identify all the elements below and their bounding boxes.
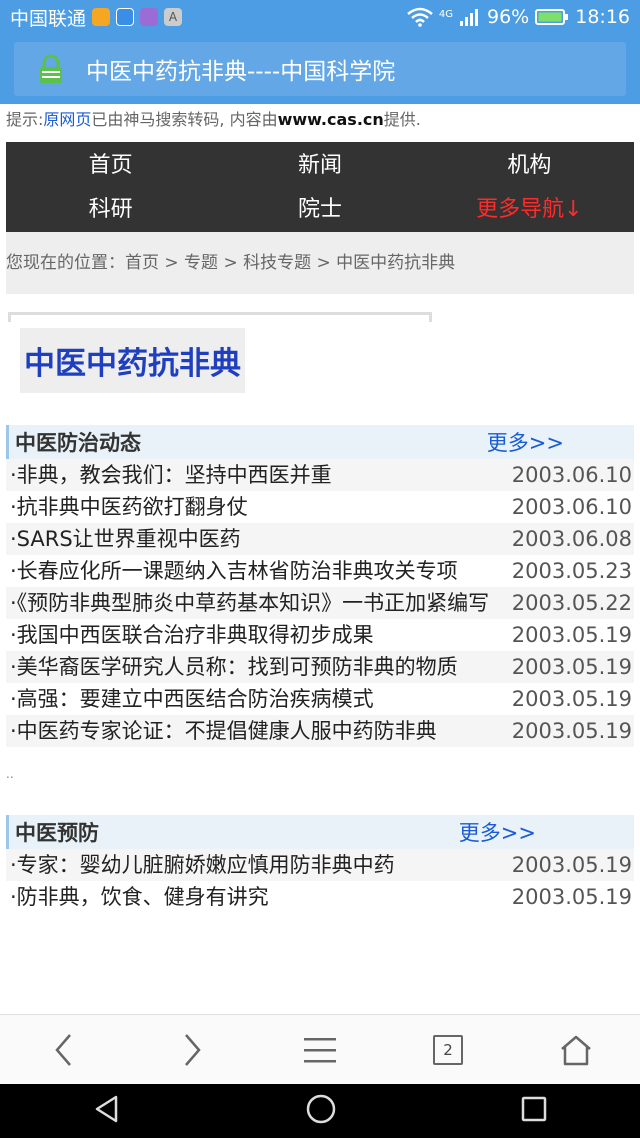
tabs-button[interactable]: 2 — [418, 1020, 478, 1080]
chevron-right-icon — [185, 1033, 201, 1066]
list-item[interactable]: ·高强：要建立中西医结合防治疾病模式 2003.05.19 — [6, 683, 634, 715]
nav-item-institutions[interactable]: 机构 — [425, 144, 634, 188]
list-item[interactable]: ·非典，教会我们：坚持中西医并重 2003.06.10 — [6, 459, 634, 491]
section-tcm-dynamics: 中医防治动态 更多>> ·非典，教会我们：坚持中西医并重 2003.06.10 ·… — [6, 425, 634, 747]
page-url-title: 中医中药抗非典----中国科学院 — [86, 59, 396, 85]
list-item[interactable]: ·《预防非典型肺炎中草药基本知识》一书正加紧编写 2003.05.22 — [6, 587, 634, 619]
carrier-label: 中国联通 — [10, 7, 87, 30]
section-header: 中医防治动态 更多>> — [6, 425, 634, 459]
item-date: 2003.05.23 — [511, 559, 632, 583]
news-list: ·非典，教会我们：坚持中西医并重 2003.06.10 ·抗非典中医药欲打翻身仗 2… — [6, 459, 634, 747]
nav-item-academicians[interactable]: 院士 — [215, 188, 424, 232]
battery-icon — [535, 9, 569, 25]
separator: .. — [6, 767, 14, 781]
item-title: ·《预防非典型肺炎中草药基本知识》一书正加紧编写 — [10, 591, 490, 615]
section-title: 中医防治动态 — [15, 431, 141, 455]
item-title: ·中医药专家论证：不提倡健康人服中药防非典 — [10, 719, 437, 743]
nav-item-more[interactable]: 更多导航↓ — [425, 188, 634, 232]
menu-button[interactable] — [290, 1020, 350, 1080]
message-app-icon — [116, 8, 135, 26]
item-title: ·长春应化所一课题纳入吉林省防治非典攻关专项 — [10, 559, 458, 583]
tab-count-icon: 2 — [433, 1034, 463, 1065]
nav-item-research[interactable]: 科研 — [6, 188, 215, 232]
item-title: ·高强：要建立中西医结合防治疾病模式 — [10, 687, 374, 711]
item-date: 2003.05.19 — [511, 885, 632, 909]
item-date: 2003.05.19 — [511, 687, 632, 711]
item-date: 2003.05.19 — [511, 623, 632, 647]
system-home-button[interactable] — [305, 1093, 337, 1129]
item-title: ·美华裔医学研究人员称：找到可预防非典的物质 — [10, 655, 458, 679]
item-title: ·防非典，饮食、健身有讲究 — [10, 885, 269, 909]
nav-item-news[interactable]: 新闻 — [215, 144, 424, 188]
site-nav: 首页 新闻 机构 科研 院士 更多导航↓ — [6, 142, 634, 232]
status-bar: 中国联通 A 4G 96% 18:16 — [0, 0, 640, 34]
section-tcm-prevention: 中医预防 更多>> ·专家：婴幼儿脏腑娇嫩应慎用防非典中药 2003.05.19 … — [6, 815, 634, 913]
forward-button[interactable] — [162, 1020, 222, 1080]
item-title: ·非典，教会我们：坚持中西医并重 — [10, 463, 332, 487]
menu-icon — [304, 1037, 336, 1062]
circle-home-icon — [306, 1094, 336, 1124]
tip-suffix: 提供. — [383, 110, 421, 129]
list-item[interactable]: ·专家：婴幼儿脏腑娇嫩应慎用防非典中药 2003.05.19 — [6, 849, 634, 881]
tab-count: 2 — [443, 1040, 453, 1059]
item-date: 2003.06.10 — [511, 463, 632, 487]
clock: 18:16 — [575, 6, 630, 28]
list-item[interactable]: ·防非典，饮食、健身有讲究 2003.05.19 — [6, 881, 634, 913]
list-item[interactable]: ·抗非典中医药欲打翻身仗 2003.06.10 — [6, 491, 634, 523]
nav-item-home[interactable]: 首页 — [6, 144, 215, 188]
tip-middle: 已由神马搜索转码, 内容由 — [91, 110, 278, 129]
system-recents-button[interactable] — [520, 1095, 548, 1127]
battery-percent: 96% — [487, 6, 530, 28]
transcode-tip: 提示:原网页已由神马搜索转码, 内容由www.cas.cn提供. — [0, 104, 640, 138]
browser-app-icon — [92, 8, 111, 26]
chevron-left-icon — [55, 1033, 71, 1066]
lock-icon — [40, 54, 62, 83]
list-item[interactable]: ·我国中西医联合治疗非典取得初步成果 2003.05.19 — [6, 619, 634, 651]
tip-domain: www.cas.cn — [277, 110, 384, 129]
list-item[interactable]: ·美华裔医学研究人员称：找到可预防非典的物质 2003.05.19 — [6, 651, 634, 683]
title-frame — [8, 312, 432, 322]
item-title: ·抗非典中医药欲打翻身仗 — [10, 495, 248, 519]
item-title: ·专家：婴幼儿脏腑娇嫩应慎用防非典中药 — [10, 853, 395, 877]
browser-address-bar: 中医中药抗非典----中国科学院 — [0, 34, 640, 104]
system-back-button[interactable] — [92, 1094, 122, 1128]
back-button[interactable] — [34, 1020, 94, 1080]
triangle-back-icon — [95, 1095, 117, 1123]
font-app-icon: A — [164, 8, 183, 26]
item-date: 2003.06.10 — [511, 495, 632, 519]
item-title: ·我国中西医联合治疗非典取得初步成果 — [10, 623, 374, 647]
square-recents-icon — [522, 1096, 547, 1122]
original-page-link[interactable]: 原网页 — [43, 110, 91, 129]
item-title: ·SARS让世界重视中医药 — [10, 527, 241, 551]
url-field[interactable]: 中医中药抗非典----中国科学院 — [14, 42, 626, 96]
more-link[interactable]: 更多>> — [459, 817, 536, 847]
home-icon — [561, 1035, 591, 1065]
item-date: 2003.05.22 — [511, 591, 632, 615]
browser-toolbar: 2 — [0, 1014, 640, 1084]
list-item[interactable]: ·中医药专家论证：不提倡健康人服中药防非典 2003.05.19 — [6, 715, 634, 747]
news-list: ·专家：婴幼儿脏腑娇嫩应慎用防非典中药 2003.05.19 ·防非典，饮食、健身… — [6, 849, 634, 913]
page-title: 中医中药抗非典 — [20, 328, 245, 393]
signal-icon — [460, 9, 478, 26]
more-link[interactable]: 更多>> — [487, 427, 564, 457]
item-date: 2003.05.19 — [511, 655, 632, 679]
list-item[interactable]: ·SARS让世界重视中医药 2003.06.08 — [6, 523, 634, 555]
section-header: 中医预防 更多>> — [6, 815, 634, 849]
item-date: 2003.05.19 — [511, 719, 632, 743]
section-title: 中医预防 — [15, 821, 99, 845]
network-type-label: 4G — [438, 9, 453, 20]
tip-prefix: 提示: — [6, 110, 44, 129]
breadcrumb: 您现在的位置：首页 > 专题 > 科技专题 > 中医中药抗非典 — [6, 232, 634, 294]
item-date: 2003.06.08 — [511, 527, 632, 551]
gallery-app-icon — [140, 8, 159, 26]
web-content[interactable]: 提示:原网页已由神马搜索转码, 内容由www.cas.cn提供. 首页 新闻 机… — [0, 104, 640, 1014]
list-item[interactable]: ·长春应化所一课题纳入吉林省防治非典攻关专项 2003.05.23 — [6, 555, 634, 587]
item-date: 2003.05.19 — [511, 853, 632, 877]
system-nav-bar — [0, 1084, 640, 1138]
wifi-icon — [407, 7, 433, 27]
home-button[interactable] — [546, 1020, 606, 1080]
